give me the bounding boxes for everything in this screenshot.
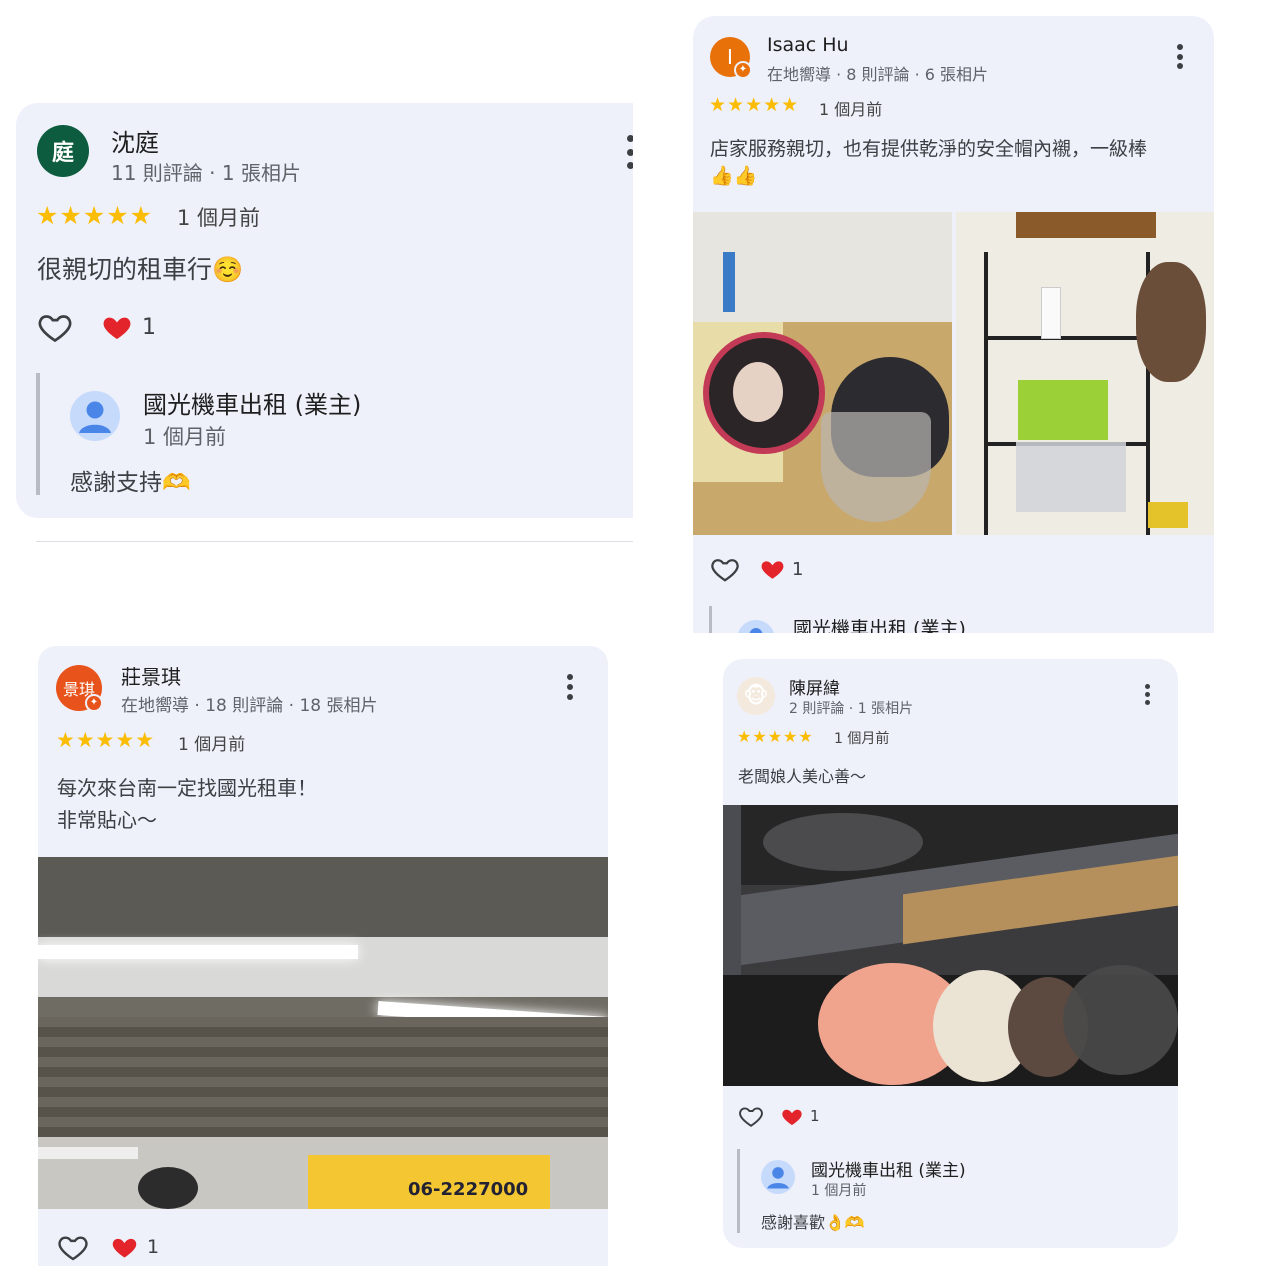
reviewer-avatar[interactable]: 🐵: [737, 677, 775, 715]
reply-indicator-bar: [737, 1149, 740, 1233]
owner-avatar-icon: [70, 391, 120, 441]
reply-indicator-bar: [709, 606, 712, 633]
shop-sign-phone: 06-2227000: [408, 1179, 529, 1200]
review-card-3: 景琪 ✦ 莊景琪 在地嚮導 · 18 則評論 · 18 張相片 ★★★★★ 1 …: [38, 646, 608, 1266]
reviewer-avatar[interactable]: 庭: [37, 125, 89, 177]
review-card-1: 庭 沈庭 11 則評論 · 1 張相片 ★★★★★ 1 個月前 很親切的租車行☺…: [16, 103, 633, 518]
review-card-4: 🐵 陳屏緯 2 則評論 · 1 張相片 ★★★★★ 1 個月前 老闆娘人美心善～…: [723, 659, 1178, 1248]
owner-reply-time: 1 個月前: [811, 1183, 867, 1199]
like-count: 1: [147, 1236, 160, 1258]
reviewer-name[interactable]: Isaac Hu: [767, 34, 849, 56]
reply-indicator-bar: [36, 373, 40, 495]
heart-red-icon[interactable]: [100, 311, 134, 343]
owner-avatar-icon: [737, 620, 775, 633]
owner-reply-name: 國光機車出租 (業主): [811, 1161, 966, 1181]
review-photo-shelf[interactable]: [956, 212, 1214, 535]
reviewer-meta: 在地嚮導 · 8 則評論 · 6 張相片: [767, 65, 989, 84]
heart-outline-icon[interactable]: [36, 309, 74, 345]
review-time: 1 個月前: [178, 735, 246, 755]
reviewer-meta: 在地嚮導 · 18 則評論 · 18 張相片: [121, 696, 378, 716]
review-card-2: I ✦ Isaac Hu 在地嚮導 · 8 則評論 · 6 張相片 ★★★★★ …: [693, 16, 1214, 633]
reviewer-name[interactable]: 沈庭: [111, 123, 159, 158]
review-time: 1 個月前: [834, 731, 890, 747]
reviewer-meta: 2 則評論 · 1 張相片: [789, 701, 914, 717]
heart-outline-icon[interactable]: [737, 1103, 765, 1129]
more-vert-icon[interactable]: [1176, 44, 1184, 69]
owner-reply-text: 感謝喜歡👌🫶: [761, 1213, 865, 1232]
section-divider: [36, 541, 633, 542]
heart-red-icon[interactable]: [110, 1233, 139, 1261]
more-vert-icon[interactable]: [566, 674, 574, 700]
reviewer-name[interactable]: 陳屏緯: [789, 674, 840, 699]
review-text: 老闆娘人美心善～: [738, 767, 867, 786]
like-count: 1: [792, 559, 804, 580]
heart-outline-icon[interactable]: [709, 554, 741, 584]
review-text-line1: 店家服務親切，也有提供乾淨的安全帽內襯，一級棒: [710, 138, 1148, 160]
reviewer-name[interactable]: 莊景琪: [121, 661, 181, 690]
review-time: 1 個月前: [177, 206, 261, 230]
star-rating: ★★★★★: [737, 727, 814, 746]
local-guide-badge-icon: ✦: [734, 61, 752, 79]
star-rating: ★★★★★: [36, 201, 154, 230]
owner-reply-name: 國光機車出租 (業主): [793, 618, 966, 633]
heart-red-icon[interactable]: [759, 556, 786, 582]
star-rating: ★★★★★: [56, 728, 156, 752]
heart-outline-icon[interactable]: [56, 1231, 90, 1263]
review-time: 1 個月前: [819, 100, 883, 119]
review-photo-shop-front[interactable]: 06-2227000: [38, 857, 608, 1209]
review-text-line2: 👍👍: [710, 165, 758, 187]
star-rating: ★★★★★: [709, 94, 800, 116]
review-text: 很親切的租車行☺️: [37, 255, 244, 284]
review-text-line2: 非常貼心～: [57, 808, 157, 832]
review-photo-helmet-rack[interactable]: [723, 805, 1178, 1086]
heart-red-icon[interactable]: [780, 1105, 804, 1128]
more-vert-icon[interactable]: [626, 135, 633, 169]
review-text-line1: 每次來台南一定找國光租車！: [57, 776, 317, 800]
owner-reply-name: 國光機車出租 (業主): [143, 391, 362, 419]
owner-avatar-icon: [761, 1160, 795, 1194]
like-count: 1: [142, 315, 156, 340]
review-photo-helmets[interactable]: [693, 212, 952, 535]
more-vert-icon[interactable]: [1144, 684, 1151, 705]
reviewer-meta: 11 則評論 · 1 張相片: [111, 161, 301, 185]
owner-reply-text: 感謝支持🫶: [70, 470, 191, 496]
like-count: 1: [810, 1107, 820, 1125]
owner-reply-time: 1 個月前: [143, 425, 227, 449]
local-guide-badge-icon: ✦: [85, 694, 103, 712]
